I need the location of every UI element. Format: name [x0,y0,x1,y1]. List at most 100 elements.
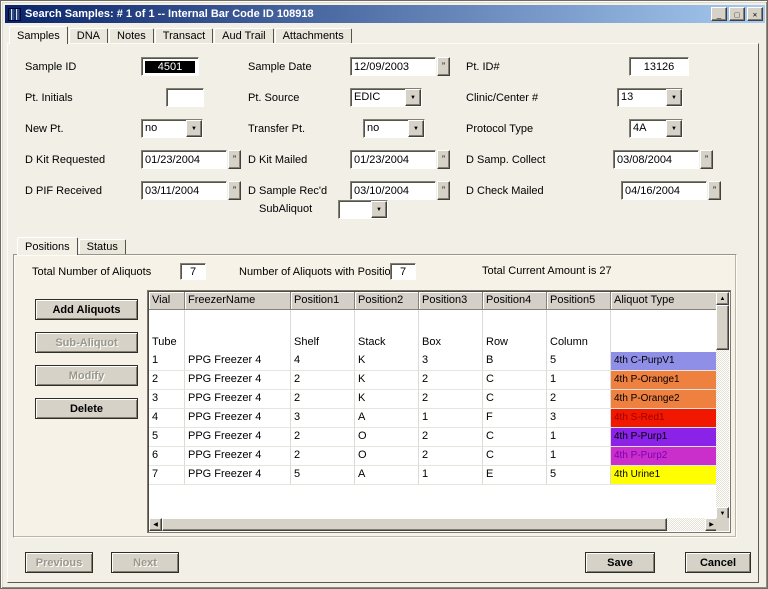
tab-transact[interactable]: Transact [154,28,214,43]
vertical-scrollbar[interactable]: ▲ ▼ [716,292,729,520]
close-button[interactable]: × [747,7,763,21]
column-header-position1[interactable]: Position1 [291,292,355,310]
new-pt-select[interactable]: no ▼ [141,119,203,138]
next-button[interactable]: Next [111,552,179,573]
d-pif-received-picker-button[interactable]: ” [228,181,241,200]
scroll-up-button[interactable]: ▲ [716,292,729,305]
d-sample-recd-input[interactable]: 03/10/2004 [350,181,436,200]
maximize-button[interactable]: □ [729,7,745,21]
tab-samples[interactable]: Samples [9,26,68,44]
sample-id-input[interactable]: 4501 [141,57,199,76]
horizontal-scrollbar[interactable]: ◀ ▶ [149,518,718,531]
d-sample-recd-value: 03/10/2004 [354,185,410,197]
subaliquot-select[interactable]: ▼ [338,200,388,219]
table-row[interactable]: 2 PPG Freezer 4 2 K 2 C 1 4th P-Orange1 [149,371,718,390]
table-row[interactable]: 3 PPG Freezer 4 2 K 2 C 2 4th P-Orange2 [149,390,718,409]
table-cell: A [355,466,419,485]
chevron-down-icon[interactable]: ▼ [666,89,682,106]
d-samp-collect-picker-button[interactable]: ” [700,150,713,169]
table-cell: O [355,447,419,466]
d-check-mailed-label: D Check Mailed [466,185,544,197]
d-check-mailed-picker-button[interactable]: ” [708,181,721,200]
cancel-button[interactable]: Cancel [685,552,751,573]
chevron-down-icon[interactable]: ▼ [666,120,682,137]
column-header-position3[interactable]: Position3 [419,292,483,310]
total-aliquots-value: 7 [189,265,197,278]
delete-button[interactable]: Delete [35,398,138,419]
panel-tab-status[interactable]: Status [78,239,126,254]
add-aliquots-button[interactable]: Add Aliquots [35,299,138,320]
chevron-down-icon[interactable]: ▼ [371,201,387,218]
tab-notes[interactable]: Notes [109,28,154,43]
chevron-down-icon[interactable]: ▼ [405,89,421,106]
sub-aliquot-button[interactable]: Sub-Aliquot [35,332,138,353]
d-pif-received-input[interactable]: 03/11/2004 [141,181,227,200]
table-cell: 1 [419,466,483,485]
d-check-mailed-input[interactable]: 04/16/2004 [621,181,707,200]
total-aliquots-label: Total Number of Aliquots [32,266,152,278]
previous-button[interactable]: Previous [25,552,93,573]
vertical-scroll-thumb[interactable] [716,305,729,350]
table-cell: 1 [547,371,611,390]
column-header-position5[interactable]: Position5 [547,292,611,310]
date-picker-icon: ” [442,154,445,164]
table-subheader-row: Tube Shelf Stack Box Row Column [149,334,718,352]
scroll-left-button[interactable]: ◀ [149,518,162,531]
transfer-pt-select[interactable]: no ▼ [363,119,425,138]
transfer-pt-label: Transfer Pt. [248,123,306,135]
d-kit-mailed-input[interactable]: 01/23/2004 [350,150,436,169]
table-spacer-cell [611,310,718,334]
d-sample-recd-picker-button[interactable]: ” [437,181,450,200]
tab-attachments[interactable]: Attachments [274,28,352,43]
horizontal-scroll-thumb[interactable] [162,518,667,531]
save-button[interactable]: Save [585,552,655,573]
pt-id-input[interactable]: 13126 [629,57,689,76]
table-cell: PPG Freezer 4 [185,466,291,485]
column-header-aliquot-type[interactable]: Aliquot Type [611,292,718,310]
aliquot-table-content: Vial FreezerName Position1 Position2 Positio… [149,292,718,520]
protocol-type-select[interactable]: 4A ▼ [629,119,683,138]
table-spacer-cell [419,310,483,334]
table-row[interactable]: 7 PPG Freezer 4 5 A 1 E 5 4th Urine1 [149,466,718,485]
subcolumn-header-tube: Tube [149,334,185,352]
minimize-icon: _ [716,10,722,19]
sample-date-input[interactable]: 12/09/2003 [350,57,436,76]
d-samp-collect-input[interactable]: 03/08/2004 [613,150,699,169]
chevron-down-icon[interactable]: ▼ [408,120,424,137]
scroll-left-icon: ◀ [153,522,158,528]
table-cell: C [483,371,547,390]
date-picker-icon: ” [705,154,708,164]
sample-id-value: 4501 [145,61,195,73]
column-header-vial[interactable]: Vial [149,292,185,310]
pt-source-select[interactable]: EDIC ▼ [350,88,422,107]
table-cell: 4 [149,409,185,428]
column-header-position4[interactable]: Position4 [483,292,547,310]
column-header-freezername[interactable]: FreezerName [185,292,291,310]
aliquots-with-positions-field[interactable]: 7 [390,263,416,280]
table-row[interactable]: 4 PPG Freezer 4 3 A 1 F 3 4th S-Red1 [149,409,718,428]
table-row[interactable]: 1 PPG Freezer 4 4 K 3 B 5 4th C-PurpV1 [149,352,718,371]
panel-tab-positions[interactable]: Positions [17,237,78,255]
table-row[interactable]: 5 PPG Freezer 4 2 O 2 C 1 4th P-Purp1 [149,428,718,447]
pt-initials-input[interactable] [166,88,204,107]
total-aliquots-field[interactable]: 7 [180,263,206,280]
titlebar: Search Samples: # 1 of 1 -- Internal Bar… [5,5,765,23]
modify-button[interactable]: Modify [35,365,138,386]
d-kit-requested-input[interactable]: 01/23/2004 [141,150,227,169]
clinic-center-select[interactable]: 13 ▼ [617,88,683,107]
table-row[interactable]: 6 PPG Freezer 4 2 O 2 C 1 4th P-Purp2 [149,447,718,466]
table-cell: 1 [419,409,483,428]
clinic-center-value: 13 [621,91,634,103]
d-kit-mailed-picker-button[interactable]: ” [437,150,450,169]
table-cell: C [483,428,547,447]
d-kit-requested-picker-button[interactable]: ” [228,150,241,169]
tab-dna[interactable]: DNA [68,28,109,43]
tab-aud-trail[interactable]: Aud Trail [214,28,274,43]
close-icon: × [752,10,758,19]
sample-date-picker-button[interactable]: ” [437,57,450,76]
minimize-button[interactable]: _ [711,7,727,21]
scroll-up-icon: ▲ [719,295,726,302]
column-header-position2[interactable]: Position2 [355,292,419,310]
chevron-down-icon[interactable]: ▼ [186,120,202,137]
scrollbar-corner [716,518,729,531]
